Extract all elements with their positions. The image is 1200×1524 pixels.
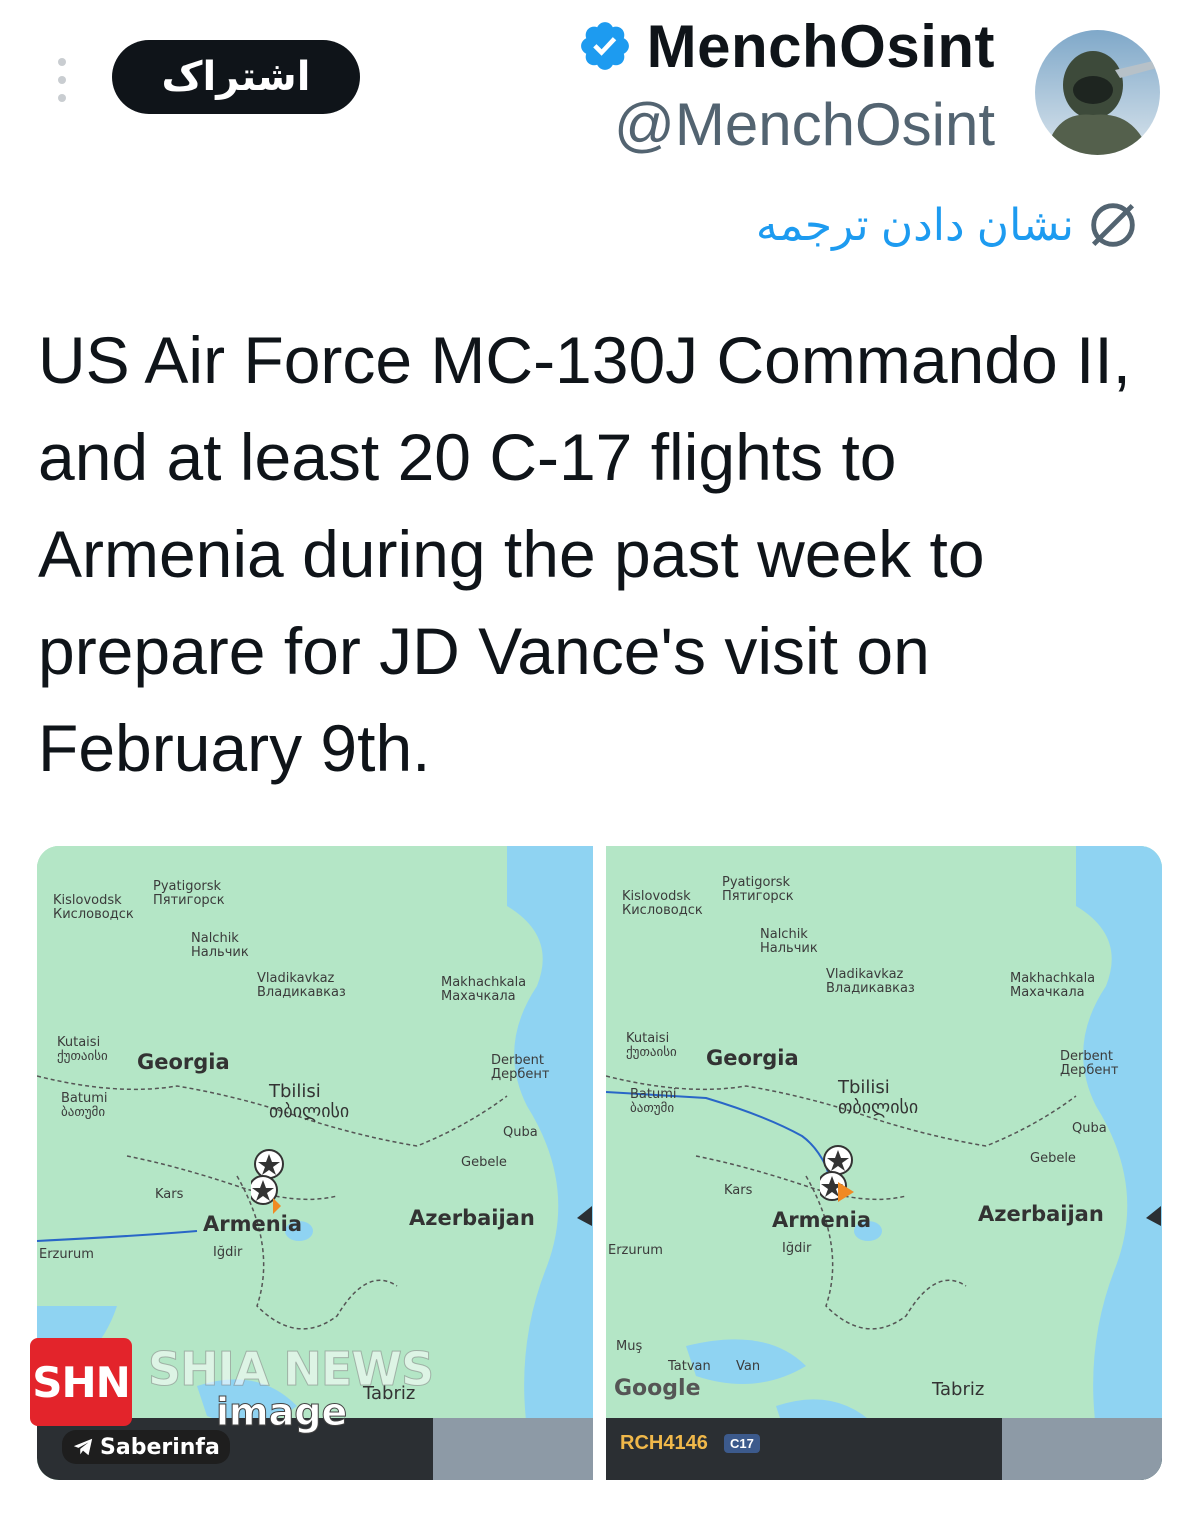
- label-derbent: Derbent: [1060, 1049, 1113, 1064]
- aircraft-markers-icon: [251, 1149, 284, 1214]
- display-name[interactable]: MenchOsint: [647, 12, 995, 81]
- label-kislovodsk: Kislovodsk: [53, 893, 122, 908]
- saberinfa-watermark: Saberinfa: [62, 1430, 230, 1464]
- saberinfa-label: Saberinfa: [100, 1434, 220, 1460]
- flight-info-bar[interactable]: RCH4146 C17: [606, 1418, 1162, 1480]
- label-batumi: Batumi: [630, 1087, 677, 1102]
- show-translation-link[interactable]: نشان دادن ترجمه: [756, 185, 1142, 265]
- label-tbilisi: Tbilisi: [838, 1077, 890, 1098]
- label-derbent: Derbent: [491, 1053, 544, 1068]
- shn-watermark-logo: SHN: [30, 1338, 132, 1426]
- label-erzurum: Erzurum: [608, 1243, 663, 1258]
- label-kislovodsk-ru: Кисловодск: [622, 903, 703, 918]
- label-tbilisi-ka: თბილისი: [838, 1097, 919, 1118]
- label-kislovodsk-ru: Кисловодск: [53, 907, 134, 922]
- verified-badge-icon: [580, 22, 629, 70]
- label-batumi-ka: ბათუმი: [630, 1101, 675, 1116]
- label-pyatigorsk-ru: Пятигорск: [153, 893, 225, 908]
- label-tabriz: Tabriz: [932, 1379, 985, 1400]
- label-kutaisi: Kutaisi: [57, 1035, 101, 1050]
- aircraft-markers-icon: [820, 1145, 854, 1202]
- translate-globe-icon: [1091, 203, 1135, 247]
- label-kars: Kars: [724, 1183, 753, 1198]
- image-watermark: image: [215, 1390, 348, 1435]
- label-pyatigorsk-ru: Пятигорск: [722, 889, 794, 904]
- label-batumi-ka: ბათუმი: [61, 1105, 106, 1120]
- label-vladikavkaz: Vladikavkaz: [826, 967, 904, 982]
- label-derbent-ru: Дербент: [1060, 1063, 1119, 1078]
- label-azerbaijan: Azerbaijan: [409, 1206, 535, 1230]
- user-handle[interactable]: @MenchOsint: [614, 90, 995, 159]
- label-makhachkala-ru: Махачкала: [441, 989, 516, 1004]
- label-kislovodsk: Kislovodsk: [622, 889, 691, 904]
- label-kars: Kars: [155, 1187, 184, 1202]
- avatar-image: [1035, 30, 1160, 155]
- label-nalchik-ru: Нальчик: [760, 941, 818, 956]
- label-makhachkala: Makhachkala: [441, 975, 527, 990]
- label-pyatigorsk: Pyatigorsk: [722, 875, 791, 890]
- map-image-right[interactable]: Kislovodsk Кисловодск Pyatigorsk Пятигорск…: [606, 846, 1162, 1480]
- label-batumi: Batumi: [61, 1091, 108, 1106]
- label-nalchik: Nalchik: [191, 931, 239, 946]
- label-pyatigorsk: Pyatigorsk: [153, 879, 222, 894]
- label-georgia: Georgia: [706, 1046, 799, 1070]
- label-mus: Muş: [616, 1339, 643, 1354]
- label-nalchik: Nalchik: [760, 927, 808, 942]
- shia-news-watermark: SHIA NEWS: [147, 1342, 434, 1397]
- label-tbilisi: Tbilisi: [269, 1081, 321, 1102]
- tweet-text: US Air Force MC-130J Commando II, and at…: [38, 323, 1131, 785]
- label-kutaisi-ka: ქუთაისი: [57, 1049, 108, 1064]
- aircraft-type-badge: C17: [724, 1434, 760, 1453]
- label-vladikavkaz-ru: Владикавказ: [826, 981, 915, 996]
- subscribe-button[interactable]: اشتراک: [112, 40, 360, 114]
- label-gebele: Gebele: [1030, 1151, 1076, 1166]
- aircraft-photo: [433, 1418, 593, 1480]
- label-igdir: Iğdir: [213, 1245, 243, 1260]
- label-derbent-ru: Дербент: [491, 1067, 550, 1082]
- aircraft-photo: [1002, 1418, 1162, 1480]
- telegram-icon: [73, 1438, 93, 1456]
- label-nalchik-ru: Нальчик: [191, 945, 249, 960]
- label-vladikavkaz-ru: Владикавказ: [257, 985, 346, 1000]
- more-options-icon[interactable]: [52, 58, 72, 102]
- label-georgia: Georgia: [137, 1050, 230, 1074]
- flight-callsign: RCH4146: [620, 1432, 708, 1454]
- google-logo: Google: [614, 1376, 701, 1401]
- label-igdir: Iğdir: [782, 1241, 812, 1256]
- label-quba: Quba: [1072, 1121, 1107, 1136]
- label-tbilisi-ka: თბილისი: [269, 1101, 350, 1122]
- label-quba: Quba: [503, 1125, 538, 1140]
- show-translation-label[interactable]: نشان دادن ترجمه: [756, 200, 1074, 251]
- label-vladikavkaz: Vladikavkaz: [257, 971, 335, 986]
- label-tatvan: Tatvan: [668, 1359, 711, 1374]
- author-name-row: MenchOsint: [577, 6, 995, 86]
- label-gebele: Gebele: [461, 1155, 507, 1170]
- label-makhachkala-ru: Махачкала: [1010, 985, 1085, 1000]
- label-van: Van: [736, 1359, 761, 1374]
- label-azerbaijan: Azerbaijan: [978, 1202, 1104, 1226]
- label-kutaisi: Kutaisi: [626, 1031, 670, 1046]
- label-kutaisi-ka: ქუთაისი: [626, 1045, 677, 1060]
- avatar[interactable]: [1035, 30, 1160, 155]
- label-erzurum: Erzurum: [39, 1247, 94, 1262]
- label-makhachkala: Makhachkala: [1010, 971, 1096, 986]
